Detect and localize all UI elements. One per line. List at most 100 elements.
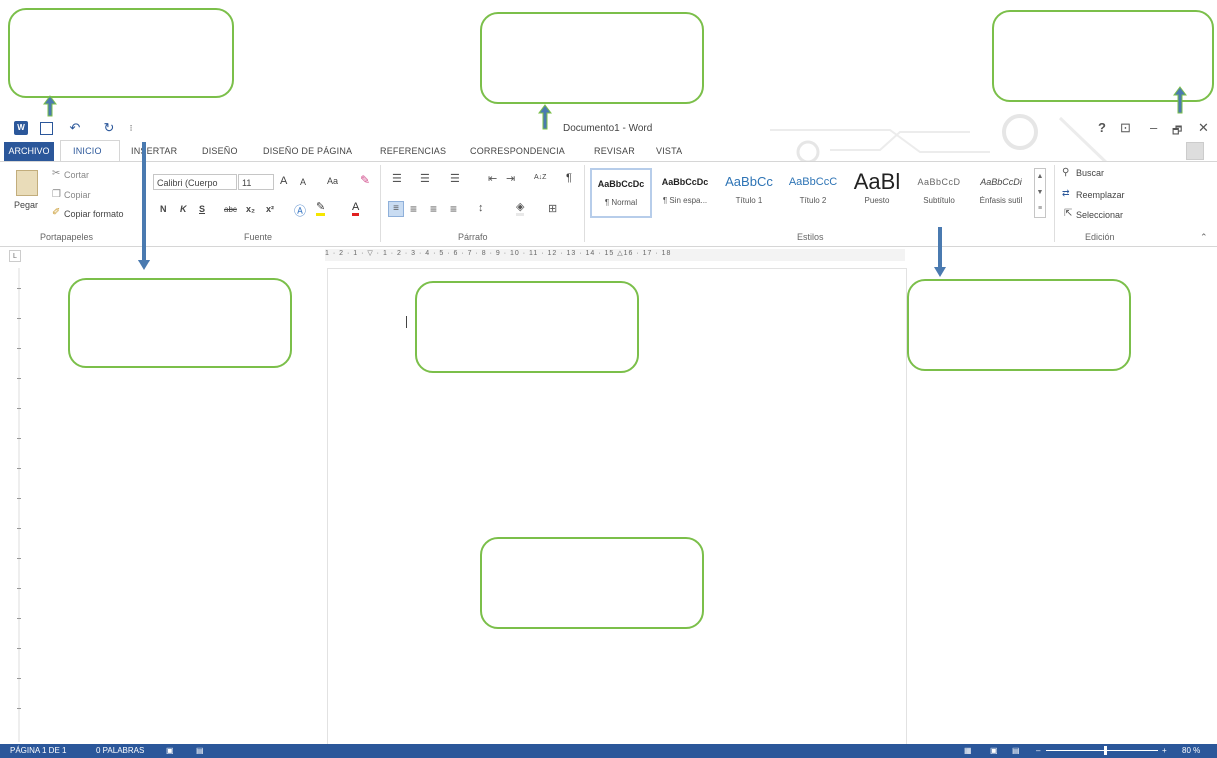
help-button[interactable]: ? (1098, 120, 1106, 135)
customize-icon[interactable]: ⁝ (124, 121, 138, 135)
clear-format-icon[interactable]: ✎ (360, 173, 370, 187)
read-mode-icon[interactable]: ▦ (964, 746, 972, 755)
ribbon-display-options-button[interactable]: ⊡ (1120, 120, 1131, 136)
align-left-icon[interactable]: ≡ (388, 201, 404, 217)
style-name: Énfasis sutil (979, 196, 1023, 205)
numbering-icon[interactable]: ☰ (420, 172, 430, 185)
shrink-font-button[interactable]: A (300, 177, 306, 187)
style-name: Subtítulo (923, 196, 955, 205)
user-avatar[interactable] (1186, 142, 1204, 160)
underline-button[interactable]: S (199, 204, 205, 214)
close-button[interactable]: ✕ (1198, 120, 1209, 136)
style-preview: AaBbCc (725, 174, 773, 189)
collapse-ribbon-icon[interactable]: ⌃ (1200, 232, 1208, 243)
bullets-icon[interactable]: ☰ (392, 172, 402, 185)
group-label-editing: Edición (1085, 232, 1115, 242)
group-label-styles: Estilos (797, 232, 824, 242)
zoom-level[interactable]: 80 % (1182, 746, 1200, 755)
shading-icon[interactable]: ◈ (516, 202, 525, 216)
paste-icon (16, 170, 38, 196)
style-preview: AaBbCcDc (597, 179, 645, 189)
tab-archivo[interactable]: ARCHIVO (4, 142, 54, 161)
arrow-up-icon (1173, 86, 1187, 114)
grow-font-button[interactable]: A (280, 175, 287, 187)
arrow-down-icon (138, 142, 150, 270)
cut-button[interactable]: Cortar (64, 170, 89, 180)
tab-referencias[interactable]: REFERENCIAS (380, 146, 446, 156)
redo-icon[interactable]: ↻ (102, 121, 116, 135)
show-marks-button[interactable]: ¶ (566, 172, 572, 184)
zoom-in-icon[interactable]: + (1162, 746, 1167, 755)
proofing-icon[interactable]: ▣ (166, 746, 174, 755)
save-icon[interactable] (40, 122, 53, 135)
print-layout-icon[interactable]: ▣ (990, 746, 998, 755)
subscript-button[interactable]: x₂ (246, 204, 255, 214)
tab-inicio[interactable]: INICIO (73, 146, 102, 156)
word-count[interactable]: 0 PALABRAS (96, 746, 144, 755)
style-preview: AaBbCcDc (661, 177, 709, 187)
tab-selector[interactable]: L (9, 250, 21, 262)
style-title[interactable]: AaBl Puesto (846, 168, 908, 218)
minimize-button[interactable]: – (1150, 120, 1157, 135)
style-preview: AaBbCcC (788, 176, 838, 188)
zoom-slider-thumb[interactable] (1104, 746, 1107, 755)
web-layout-icon[interactable]: ▤ (1012, 746, 1020, 755)
tab-revisar[interactable]: REVISAR (594, 146, 635, 156)
multilevel-list-icon[interactable]: ☰ (450, 172, 460, 185)
style-heading-2[interactable]: AaBbCcC Título 2 (782, 168, 844, 218)
separator (1054, 165, 1055, 242)
replace-icon: ⇄ (1062, 188, 1070, 198)
borders-icon[interactable]: ⊞ (548, 202, 557, 215)
find-button[interactable]: Buscar (1076, 168, 1104, 178)
align-right-icon[interactable]: ≡ (430, 202, 437, 216)
style-subtitle[interactable]: AaBbCcD Subtítulo (908, 168, 970, 218)
brush-icon: ✐ (52, 207, 61, 218)
text-effects-icon[interactable]: Ⓐ (294, 202, 306, 219)
font-size-select[interactable]: 11 (238, 174, 274, 190)
change-case-button[interactable]: Aa (327, 176, 338, 186)
vertical-ruler[interactable] (12, 268, 26, 742)
format-painter-button[interactable]: Copiar formato (64, 209, 124, 219)
copy-icon: ❐ (52, 189, 61, 200)
annotation-box-bottom-center (480, 537, 704, 629)
font-family-select[interactable]: Calibri (Cuerpo (153, 174, 237, 190)
zoom-slider[interactable] (1046, 750, 1158, 751)
sort-button[interactable]: A↓Z (534, 174, 546, 181)
background-pattern (770, 114, 1112, 168)
ruler-numbers: 1 · 2 · 1 · ▽ · 1 · 2 · 3 · 4 · 5 · 6 · … (325, 250, 672, 257)
binoculars-icon: ⚲ (1062, 167, 1070, 178)
style-normal[interactable]: AaBbCcDc ¶ Normal (590, 168, 652, 218)
style-no-spacing[interactable]: AaBbCcDc ¶ Sin espa... (654, 168, 716, 218)
style-subtle-emphasis[interactable]: AaBbCcDi Énfasis sutil (970, 168, 1032, 218)
word-icon[interactable]: W (14, 121, 28, 135)
styles-scroll[interactable]: ▲ ▼ ≡ (1034, 168, 1046, 218)
undo-icon[interactable]: ↶ (68, 121, 82, 135)
tab-vista[interactable]: VISTA (656, 146, 682, 156)
annotation-box-top-left (8, 8, 234, 98)
highlight-icon[interactable]: ✎ (316, 202, 326, 216)
select-button[interactable]: Seleccionar (1076, 210, 1123, 220)
macro-icon[interactable]: ▤ (196, 746, 204, 755)
font-color-icon[interactable]: A (352, 202, 360, 216)
superscript-button[interactable]: x² (266, 204, 274, 214)
align-center-icon[interactable]: ≡ (410, 202, 417, 216)
tab-diseno[interactable]: DISEÑO (202, 146, 238, 156)
tab-correspondencia[interactable]: CORRESPONDENCIA (470, 146, 565, 156)
annotation-box-mid-right (907, 279, 1131, 371)
style-heading-1[interactable]: AaBbCc Título 1 (718, 168, 780, 218)
paste-button[interactable]: Pegar (14, 200, 38, 210)
increase-indent-icon[interactable]: ⇥ (506, 172, 515, 185)
replace-button[interactable]: Reemplazar (1076, 190, 1125, 200)
copy-button[interactable]: Copiar (64, 190, 91, 200)
restore-button[interactable]: 🗗 (1172, 122, 1182, 141)
style-name: Título 1 (735, 196, 763, 205)
tab-diseno-de-pagina[interactable]: DISEÑO DE PÁGINA (263, 146, 352, 156)
line-spacing-icon[interactable]: ↕ (478, 202, 484, 214)
strikethrough-button[interactable]: abc (224, 205, 237, 214)
justify-icon[interactable]: ≡ (450, 202, 457, 216)
page-count[interactable]: PÁGINA 1 DE 1 (10, 746, 66, 755)
decrease-indent-icon[interactable]: ⇤ (488, 172, 497, 185)
zoom-out-icon[interactable]: – (1036, 746, 1040, 755)
italic-button[interactable]: K (180, 204, 187, 214)
bold-button[interactable]: N (160, 204, 167, 214)
